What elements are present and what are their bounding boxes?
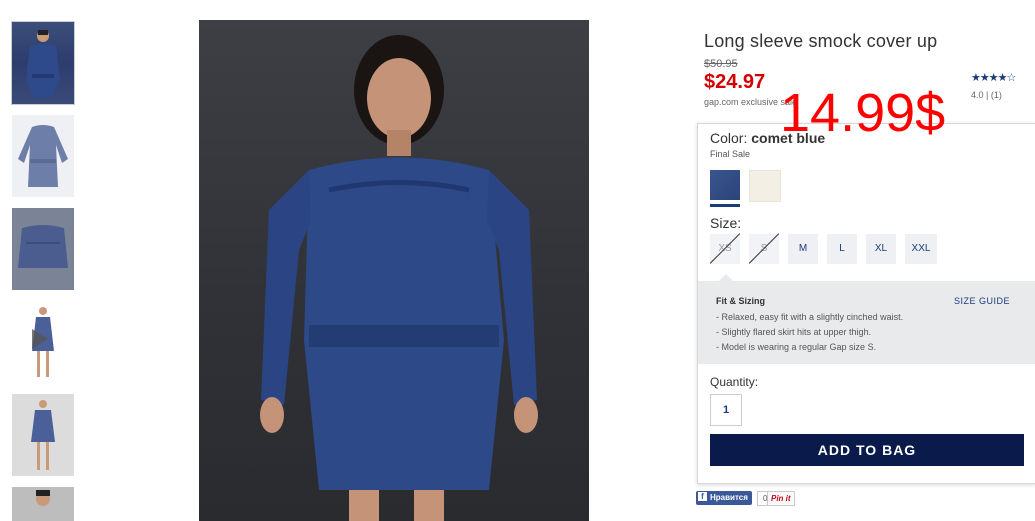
- quantity-label: Quantity:: [710, 375, 759, 389]
- thumbnail-1[interactable]: [11, 21, 75, 105]
- main-product-image[interactable]: [199, 20, 589, 521]
- size-m[interactable]: M: [788, 234, 818, 264]
- overlay-price: 14.99$: [780, 83, 946, 143]
- purchase-panel: Color: comet blue Final Sale Size: XS S …: [697, 123, 1035, 484]
- play-icon: [32, 329, 48, 349]
- size-l[interactable]: L: [827, 234, 857, 264]
- thumbnail-6-image: [36, 490, 50, 506]
- thumbnail-1-image: [26, 30, 60, 98]
- rating-stars-icon[interactable]: ★★★★☆: [971, 71, 1016, 84]
- selected-swatch-indicator: [710, 204, 740, 207]
- swatch-comet-blue[interactable]: [710, 170, 740, 200]
- sale-price: $24.97: [704, 71, 766, 93]
- pinterest-button[interactable]: Pin it: [767, 491, 795, 506]
- swatch-ivory[interactable]: [749, 170, 781, 202]
- facebook-icon: f: [698, 492, 707, 502]
- color-label-text: Color:: [710, 130, 748, 146]
- size-label: Size:: [710, 215, 742, 231]
- size-xxl[interactable]: XXL: [905, 234, 937, 264]
- fit-line-2: - Slightly flared skirt hits at upper th…: [716, 327, 872, 337]
- thumbnail-6[interactable]: [12, 487, 74, 521]
- size-xs[interactable]: XS: [710, 234, 740, 264]
- size-xl[interactable]: XL: [866, 234, 896, 264]
- final-sale-note: Final Sale: [710, 149, 751, 159]
- fit-line-3: - Model is wearing a regular Gap size S.: [716, 342, 877, 352]
- thumbnail-5[interactable]: [12, 394, 74, 476]
- size-guide-link[interactable]: SIZE GUIDE: [954, 296, 1010, 306]
- facebook-like-button[interactable]: f Нравится: [696, 491, 752, 505]
- original-price: $50.95: [704, 58, 738, 70]
- model-illustration: [260, 35, 538, 521]
- thumbnail-5-image: [31, 400, 55, 470]
- thumbnail-2-image: [18, 125, 68, 187]
- facebook-like-label: Нравится: [710, 493, 748, 502]
- rating-summary[interactable]: 4.0 | (1): [971, 90, 1002, 100]
- thumbnail-3[interactable]: [12, 208, 74, 290]
- product-title: Long sleeve smock cover up: [704, 31, 938, 51]
- size-s[interactable]: S: [749, 234, 779, 264]
- quantity-input[interactable]: 1: [710, 394, 742, 426]
- thumbnail-video[interactable]: [12, 301, 74, 383]
- thumbnail-3-image: [12, 208, 74, 290]
- thumbnail-2[interactable]: [12, 115, 74, 197]
- fit-title: Fit & Sizing: [716, 296, 765, 306]
- fit-line-1: - Relaxed, easy fit with a slightly cinc…: [716, 312, 904, 322]
- add-to-bag-button[interactable]: ADD TO BAG: [710, 434, 1024, 466]
